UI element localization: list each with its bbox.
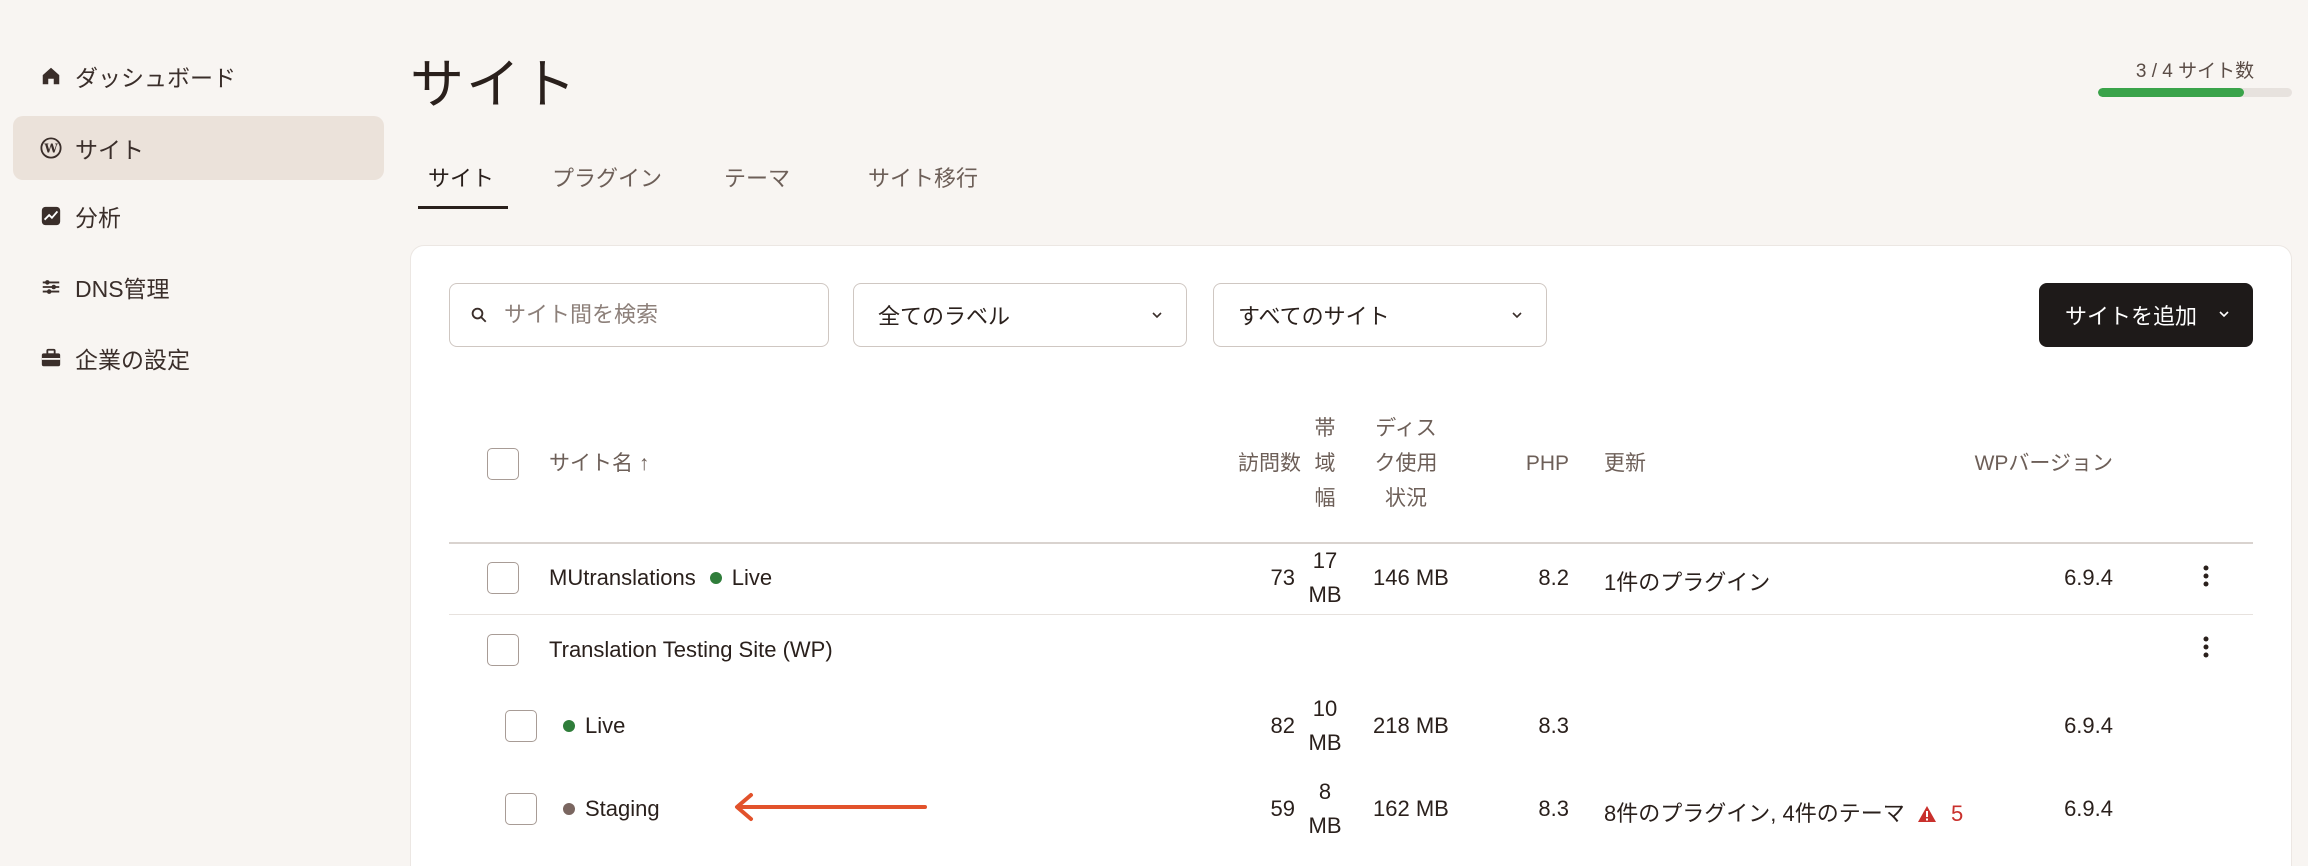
staging-status-dot: [563, 802, 575, 815]
chevron-down-icon: [1152, 312, 1162, 319]
site-count-label: 3 / 4 サイト数: [2135, 61, 2255, 82]
row-checkbox[interactable]: [487, 562, 519, 594]
wordpress-icon: W: [39, 136, 63, 160]
sidebar-item-company-settings[interactable]: 企業の設定: [13, 326, 384, 390]
row-checkbox[interactable]: [505, 793, 537, 825]
search-input[interactable]: [504, 302, 824, 328]
site-filter-select[interactable]: すべてのサイト: [1213, 283, 1547, 347]
visits-cell: 59: [1270, 796, 1295, 821]
select-all-checkbox[interactable]: [487, 448, 519, 480]
environment-name-cell[interactable]: Live: [563, 713, 625, 739]
sidebar-item-dashboard[interactable]: ダッシュボード: [13, 44, 384, 108]
search-icon: [471, 307, 487, 323]
add-site-label: サイトを追加: [2065, 304, 2198, 329]
live-status-dot: [709, 571, 722, 584]
chevron-down-icon: [2219, 311, 2229, 318]
search-field[interactable]: [449, 283, 829, 347]
page-title: サイト: [410, 55, 578, 115]
tab-themes[interactable]: テーマ: [706, 155, 808, 209]
sidebar-item-dns[interactable]: DNS管理: [13, 255, 384, 319]
column-header-updates[interactable]: 更新: [1604, 446, 1646, 481]
sidebar: ダッシュボード W サイト 分析 DNS管理 企業の設定: [0, 0, 400, 866]
row-checkbox[interactable]: [487, 634, 519, 666]
chevron-down-icon: [1512, 312, 1522, 319]
column-header-php[interactable]: PHP: [1511, 446, 1569, 481]
sidebar-item-label: DNS管理: [75, 276, 170, 302]
wp-version-cell: 6.9.4: [2064, 796, 2113, 821]
live-status-dot: [563, 719, 575, 732]
disk-usage-cell: 146 MB: [1373, 565, 1449, 590]
annotation-arrow-icon: [735, 793, 927, 821]
tab-plugins[interactable]: プラグイン: [534, 155, 680, 209]
column-header-visits[interactable]: 訪問数: [1219, 446, 1301, 481]
column-header-bandwidth[interactable]: 帯 域 幅: [1305, 411, 1345, 516]
sites-panel: 全てのラベル すべてのサイト サイトを追加 サイト名 ↑ 訪問数 帯 域 幅 デ…: [410, 245, 2292, 866]
updates-cell[interactable]: 1件のプラグイン: [1604, 565, 1770, 597]
warning-count: 5: [1950, 801, 1964, 826]
table-header-divider: [449, 542, 2253, 544]
home-icon: [39, 64, 63, 88]
sidebar-item-label: ダッシュボード: [75, 65, 236, 91]
analytics-icon: [39, 204, 63, 228]
tab-sites[interactable]: サイト: [410, 155, 512, 209]
tab-site-migration[interactable]: サイト移行: [850, 155, 996, 209]
updates-cell[interactable]: 8件のプラグイン, 4件のテーマ 5: [1604, 796, 1963, 828]
sidebar-item-label: 分析: [75, 205, 121, 231]
row-checkbox[interactable]: [505, 710, 537, 742]
label-filter-value: 全てのラベル: [878, 304, 1011, 329]
more-options-icon[interactable]: [2202, 635, 2210, 659]
label-filter-select[interactable]: 全てのラベル: [853, 283, 1187, 347]
php-version-cell: 8.3: [1538, 713, 1569, 738]
disk-usage-cell: 162 MB: [1373, 796, 1449, 821]
sidebar-item-analytics[interactable]: 分析: [13, 184, 384, 248]
php-version-cell: 8.2: [1538, 565, 1569, 590]
add-site-button[interactable]: サイトを追加: [2039, 283, 2253, 347]
sidebar-item-label: 企業の設定: [75, 347, 190, 373]
php-version-cell: 8.3: [1538, 796, 1569, 821]
dns-icon: [39, 275, 63, 299]
site-usage-progress-fill: [2098, 88, 2244, 97]
environment-name-cell[interactable]: Staging: [563, 796, 660, 822]
column-header-wp-version[interactable]: WPバージョン: [1971, 446, 2113, 481]
svg-text:W: W: [43, 142, 58, 156]
wp-version-cell: 6.9.4: [2064, 713, 2113, 738]
visits-cell: 82: [1270, 713, 1295, 738]
disk-usage-cell: 218 MB: [1373, 713, 1449, 738]
column-header-disk-usage[interactable]: ディス ク使用 状況: [1363, 411, 1449, 516]
sidebar-item-label: サイト: [75, 137, 144, 163]
bandwidth-cell: 17 MB: [1308, 548, 1342, 607]
site-name-cell[interactable]: MUtranslations Live: [549, 565, 772, 591]
sidebar-item-sites[interactable]: W サイト: [13, 116, 384, 180]
bandwidth-cell: 10 MB: [1308, 696, 1342, 755]
site-filter-value: すべてのサイト: [1238, 304, 1390, 329]
wp-version-cell: 6.9.4: [2064, 565, 2113, 590]
more-options-icon[interactable]: [2202, 564, 2210, 588]
row-divider: [449, 614, 2253, 615]
site-name-cell[interactable]: Translation Testing Site (WP): [549, 637, 833, 663]
bandwidth-cell: 8 MB: [1308, 779, 1342, 838]
briefcase-icon: [39, 346, 63, 370]
column-header-site-name[interactable]: サイト名 ↑: [549, 446, 649, 481]
visits-cell: 73: [1270, 565, 1295, 590]
site-usage-progress: [2098, 88, 2292, 97]
warning-icon: [1917, 806, 1936, 822]
